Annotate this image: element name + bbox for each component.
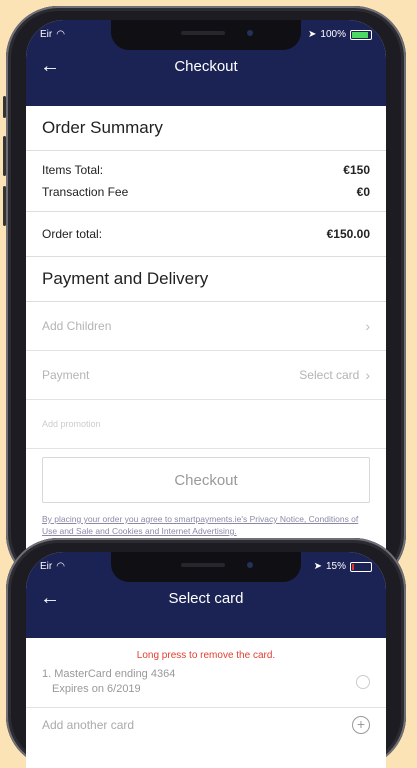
add-card-row[interactable]: Add another card + <box>26 708 386 742</box>
chevron-right-icon: › <box>365 367 370 383</box>
items-total-row: Items Total: €150 <box>26 159 386 181</box>
payment-label: Payment <box>42 368 90 382</box>
items-total-label: Items Total: <box>42 163 104 177</box>
chevron-right-icon: › <box>365 318 370 334</box>
wifi-icon: ◠ <box>56 561 65 572</box>
carrier-label: Eir <box>40 561 53 572</box>
phone-select-card: Eir ◠ ➤ 15% ← Select card Long press to … <box>6 538 406 768</box>
transaction-fee-value: €0 <box>356 185 370 199</box>
plus-circle-icon[interactable]: + <box>352 716 370 734</box>
promo-placeholder: Add promotion <box>42 419 101 429</box>
add-card-label: Add another card <box>42 718 135 732</box>
battery-icon <box>350 561 372 572</box>
radio-icon[interactable] <box>356 675 370 689</box>
add-children-row[interactable]: Add Children › <box>26 302 386 351</box>
notch <box>111 20 301 50</box>
card-expiry: Expires on 6/2019 <box>52 683 141 695</box>
card-index: 1. <box>42 668 52 680</box>
order-total-value: €150.00 <box>326 227 370 241</box>
add-children-label: Add Children <box>42 319 112 333</box>
payment-value: Select card <box>299 368 360 382</box>
checkout-button[interactable]: Checkout <box>42 457 370 503</box>
remove-card-hint: Long press to remove the card. <box>136 650 276 661</box>
card-list-item[interactable]: 1. MasterCard ending 4364 Expires on 6/2… <box>26 667 386 708</box>
items-total-value: €150 <box>343 163 370 177</box>
page-title: Checkout <box>174 58 238 75</box>
payment-delivery-heading: Payment and Delivery <box>26 257 386 302</box>
notch <box>111 552 301 582</box>
order-total-row: Order total: €150.00 <box>26 211 386 257</box>
location-arrow-icon: ➤ <box>308 29 317 40</box>
order-summary-heading: Order Summary <box>26 106 386 151</box>
battery-percent: 100% <box>320 29 346 40</box>
location-arrow-icon: ➤ <box>313 561 322 572</box>
screen-checkout: Eir ◠ ➤ 100% ← Checkout Order Summary It… <box>26 20 386 586</box>
screen-select-card: Eir ◠ ➤ 15% ← Select card Long press to … <box>26 552 386 768</box>
battery-percent: 15% <box>325 561 346 572</box>
card-name: MasterCard ending 4364 <box>54 668 176 680</box>
legal-notice-link[interactable]: By placing your order you agree to smart… <box>26 509 386 541</box>
wifi-icon: ◠ <box>56 29 65 40</box>
order-total-label: Order total: <box>42 227 103 241</box>
phone-checkout: Eir ◠ ➤ 100% ← Checkout Order Summary It… <box>3 6 406 586</box>
carrier-label: Eir <box>40 29 53 40</box>
promo-row[interactable]: Add promotion <box>26 400 386 449</box>
transaction-fee-label: Transaction Fee <box>42 185 129 199</box>
payment-row[interactable]: Payment Select card › <box>26 351 386 400</box>
page-title: Select card <box>168 590 244 607</box>
battery-icon <box>350 29 372 40</box>
transaction-fee-row: Transaction Fee €0 <box>26 181 386 203</box>
